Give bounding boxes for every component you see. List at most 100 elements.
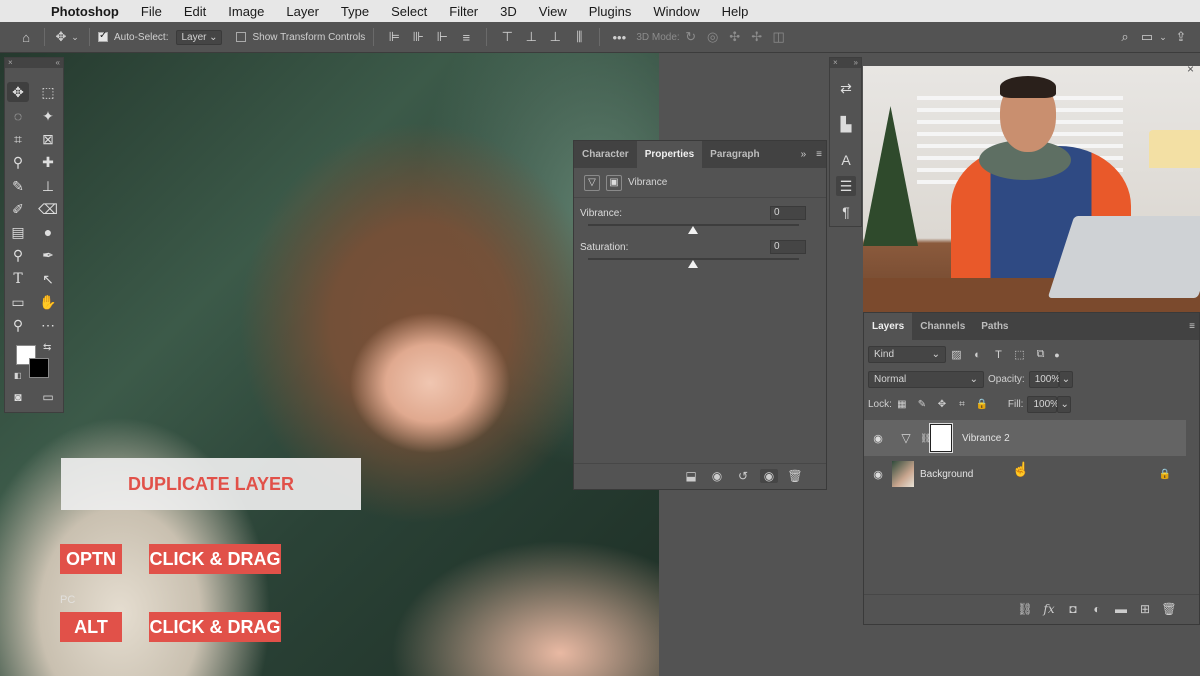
zoom-tool-icon[interactable]: ⚲ <box>7 315 29 335</box>
background-color-swatch[interactable] <box>29 358 49 378</box>
swap-colors-icon[interactable]: ⇆ <box>43 342 51 353</box>
tab-channels[interactable]: Channels <box>912 313 973 340</box>
fill-input[interactable]: 100% <box>1027 396 1059 413</box>
histogram-panel-icon[interactable]: ▙ <box>836 114 856 134</box>
distribute-icon[interactable]: ≡ <box>454 30 478 45</box>
menu-image[interactable]: Image <box>228 4 264 19</box>
lock-artboard-icon[interactable]: ⌗ <box>952 399 972 410</box>
lock-transparent-icon[interactable]: ▦ <box>892 399 912 410</box>
3d-roll-icon[interactable]: ◎ <box>702 29 724 45</box>
search-icon[interactable]: ⌕ <box>1114 29 1136 45</box>
path-selection-tool-icon[interactable]: ↖ <box>37 269 59 289</box>
lock-image-icon[interactable]: ✎ <box>912 399 932 410</box>
visibility-eye-icon[interactable]: ◉ <box>864 432 892 445</box>
filter-toggle-icon[interactable]: ● <box>1051 350 1063 360</box>
align-center-icon[interactable]: ⊪ <box>406 29 430 45</box>
menu-app-name[interactable]: Photoshop <box>51 4 119 19</box>
menu-edit[interactable]: Edit <box>184 4 206 19</box>
expand-icon[interactable]: » <box>854 58 858 68</box>
history-brush-tool-icon[interactable]: ✐ <box>7 199 29 219</box>
layer-thumbnail[interactable] <box>892 461 914 487</box>
workspace-icon[interactable]: ▭ <box>1136 29 1158 45</box>
expand-panel-icon[interactable]: » <box>801 149 807 160</box>
layer-row-background[interactable]: ◉ Background 🔒 <box>864 456 1199 492</box>
opacity-input[interactable]: 100% <box>1028 371 1060 388</box>
layer-name[interactable]: Background <box>920 469 973 480</box>
align-bottom-icon[interactable]: ⊥ <box>543 29 567 45</box>
menu-view[interactable]: View <box>539 4 567 19</box>
panel-menu-icon[interactable]: ≡ <box>1189 321 1195 332</box>
filter-type-icon[interactable]: T <box>988 349 1009 361</box>
move-tool-icon[interactable]: ✥ <box>7 82 29 102</box>
home-icon[interactable]: ⌂ <box>16 30 36 45</box>
share-icon[interactable]: ⇪ <box>1168 29 1194 45</box>
align-left-icon[interactable]: ⊫ <box>382 29 406 45</box>
reset-icon[interactable]: ↺ <box>734 469 752 483</box>
menu-type[interactable]: Type <box>341 4 369 19</box>
collapse-icon[interactable]: « <box>56 58 60 68</box>
new-group-icon[interactable]: ▬ <box>1112 602 1130 616</box>
default-colors-icon[interactable]: ◧ <box>14 371 22 380</box>
visibility-icon[interactable]: ◉ <box>760 469 778 483</box>
chevron-down-icon[interactable]: ⌄ <box>1058 371 1073 388</box>
close-icon[interactable]: × <box>8 58 13 68</box>
screen-mode-icon[interactable]: ▭ <box>37 387 59 407</box>
menu-3d[interactable]: 3D <box>500 4 517 19</box>
crop-tool-icon[interactable]: ⌗ <box>7 129 29 149</box>
filter-kind-dropdown[interactable]: Kind ⌄ <box>868 346 946 363</box>
document-canvas[interactable]: DUPLICATE LAYER OPTN CLICK & DRAG PC ALT… <box>0 53 659 676</box>
pen-tool-icon[interactable]: ✒ <box>37 245 59 265</box>
lock-position-icon[interactable]: ✥ <box>932 399 952 410</box>
3d-scale-icon[interactable]: ◫ <box>768 29 790 45</box>
lock-all-icon[interactable]: 🔒 <box>972 399 992 410</box>
magic-wand-tool-icon[interactable]: ✦ <box>37 106 59 126</box>
paragraph-panel-icon[interactable]: ¶ <box>836 202 856 222</box>
chevron-down-icon[interactable]: ⌄ <box>1158 32 1168 43</box>
3d-slide-icon[interactable]: ✢ <box>746 29 768 45</box>
blur-tool-icon[interactable]: ● <box>37 222 59 242</box>
properties-panel-icon[interactable]: ☰ <box>836 176 856 196</box>
gradient-tool-icon[interactable]: ▤ <box>7 222 29 242</box>
type-tool-icon[interactable]: T <box>7 269 29 289</box>
link-layers-icon[interactable]: ⛓ <box>1016 602 1034 616</box>
layer-mask-icon[interactable]: ▣ <box>606 174 622 191</box>
layer-mask-thumbnail[interactable] <box>929 423 953 453</box>
distribute-vertical-icon[interactable]: ⫼ <box>567 29 591 45</box>
menu-select[interactable]: Select <box>391 4 427 19</box>
close-icon[interactable]: × <box>1187 66 1194 76</box>
trash-icon[interactable]: 🗑 <box>1160 602 1178 616</box>
tab-properties[interactable]: Properties <box>636 141 703 168</box>
vibrance-value-input[interactable]: 0 <box>770 206 806 220</box>
saturation-slider-thumb[interactable] <box>688 260 698 268</box>
vibrance-slider-thumb[interactable] <box>688 226 698 234</box>
menu-window[interactable]: Window <box>653 4 699 19</box>
view-previous-state-icon[interactable]: ◉ <box>708 469 726 483</box>
3d-orbit-icon[interactable]: ↻ <box>680 29 702 45</box>
quick-mask-icon[interactable]: ◙ <box>7 387 29 407</box>
tab-paths[interactable]: Paths <box>973 313 1016 340</box>
marquee-tool-icon[interactable]: ⬚ <box>37 82 59 102</box>
close-icon[interactable]: × <box>833 58 838 68</box>
hand-tool-icon[interactable]: ✋ <box>37 292 59 312</box>
filter-pixel-icon[interactable]: ▨ <box>946 348 967 361</box>
menu-help[interactable]: Help <box>722 4 749 19</box>
layer-name[interactable]: Vibrance 2 <box>962 433 1010 444</box>
stamp-tool-icon[interactable]: ⊥ <box>37 176 59 196</box>
add-mask-icon[interactable]: ◘ <box>1064 602 1082 616</box>
brush-tool-icon[interactable]: ✎ <box>7 176 29 196</box>
align-right-icon[interactable]: ⊩ <box>430 29 454 45</box>
tab-layers[interactable]: Layers <box>864 313 913 340</box>
move-tool-icon[interactable]: ✥ <box>53 29 69 45</box>
layer-row-vibrance[interactable]: ◉ ▽ ⛓ Vibrance 2 <box>864 420 1186 456</box>
history-panel-icon[interactable]: ⇄ <box>836 78 856 98</box>
auto-select-dropdown[interactable]: Layer ⌄ <box>176 29 223 45</box>
menu-layer[interactable]: Layer <box>286 4 319 19</box>
rectangle-tool-icon[interactable]: ▭ <box>7 292 29 312</box>
panel-menu-icon[interactable]: ≡ <box>816 149 822 160</box>
new-layer-icon[interactable]: ⊞ <box>1136 602 1154 616</box>
auto-select-checkbox[interactable] <box>98 30 108 42</box>
tab-paragraph[interactable]: Paragraph <box>702 141 767 168</box>
filter-adjustment-icon[interactable]: ◐ <box>967 349 988 361</box>
dodge-tool-icon[interactable]: ⚲ <box>7 245 29 265</box>
filter-shape-icon[interactable]: ⬚ <box>1009 348 1030 361</box>
